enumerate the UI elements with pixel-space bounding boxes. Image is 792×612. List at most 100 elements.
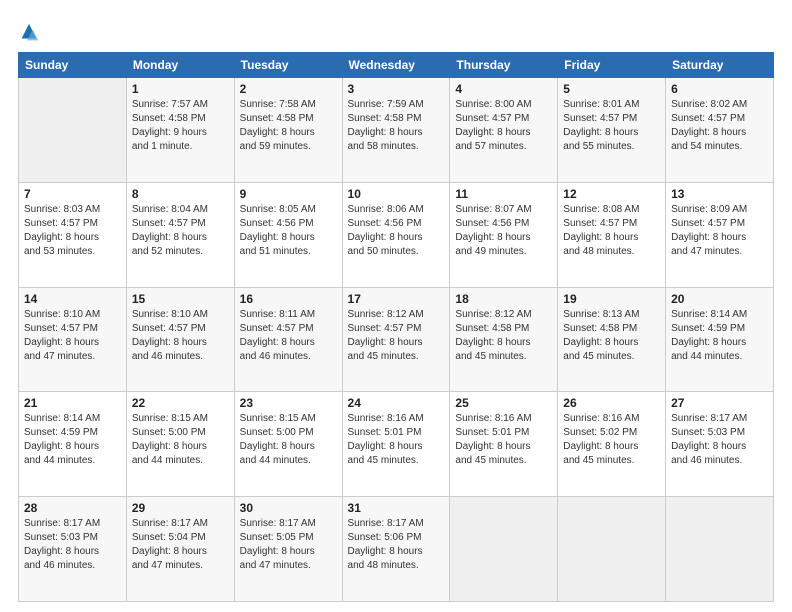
calendar-cell: 19 Sunrise: 8:13 AM Sunset: 4:58 PM Dayli… bbox=[558, 287, 666, 392]
header-day-thursday: Thursday bbox=[450, 53, 558, 78]
day-number: 7 bbox=[24, 187, 121, 201]
day-info: Sunrise: 8:17 AM Sunset: 5:03 PM Dayligh… bbox=[671, 412, 768, 468]
day-info: Sunrise: 8:08 AM Sunset: 4:57 PM Dayligh… bbox=[563, 203, 660, 259]
day-number: 9 bbox=[240, 187, 337, 201]
calendar-cell: 17 Sunrise: 8:12 AM Sunset: 4:57 PM Dayli… bbox=[342, 287, 450, 392]
calendar-week-5: 28Sunrise: 8:17 AM Sunset: 5:03 PM Dayli… bbox=[19, 497, 774, 602]
day-info: Sunrise: 8:02 AM Sunset: 4:57 PM Dayligh… bbox=[671, 98, 768, 154]
day-number: 19 bbox=[563, 292, 660, 306]
day-number: 1 bbox=[132, 82, 229, 96]
day-info: Sunrise: 8:15 AM Sunset: 5:00 PM Dayligh… bbox=[132, 412, 229, 468]
header-day-sunday: Sunday bbox=[19, 53, 127, 78]
calendar-cell: 1 Sunrise: 7:57 AM Sunset: 4:58 PM Daylig… bbox=[126, 78, 234, 183]
calendar-cell: 25 Sunrise: 8:16 AM Sunset: 5:01 PM Dayli… bbox=[450, 392, 558, 497]
day-number: 20 bbox=[671, 292, 768, 306]
calendar-header-row: SundayMondayTuesdayWednesdayThursdayFrid… bbox=[19, 53, 774, 78]
calendar-cell: 24Sunrise: 8:16 AM Sunset: 5:01 PM Dayli… bbox=[342, 392, 450, 497]
day-number: 13 bbox=[671, 187, 768, 201]
calendar-cell: 9 Sunrise: 8:05 AM Sunset: 4:56 PM Daylig… bbox=[234, 182, 342, 287]
day-number: 21 bbox=[24, 396, 121, 410]
day-number: 15 bbox=[132, 292, 229, 306]
calendar-cell: 30Sunrise: 8:17 AM Sunset: 5:05 PM Dayli… bbox=[234, 497, 342, 602]
calendar-cell: 7 Sunrise: 8:03 AM Sunset: 4:57 PM Daylig… bbox=[19, 182, 127, 287]
day-info: Sunrise: 8:17 AM Sunset: 5:04 PM Dayligh… bbox=[132, 517, 229, 573]
calendar-cell: 20 Sunrise: 8:14 AM Sunset: 4:59 PM Dayli… bbox=[666, 287, 774, 392]
day-info: Sunrise: 8:13 AM Sunset: 4:58 PM Dayligh… bbox=[563, 308, 660, 364]
calendar-cell: 22 Sunrise: 8:15 AM Sunset: 5:00 PM Dayli… bbox=[126, 392, 234, 497]
day-number: 22 bbox=[132, 396, 229, 410]
day-info: Sunrise: 8:06 AM Sunset: 4:56 PM Dayligh… bbox=[348, 203, 445, 259]
day-number: 24 bbox=[348, 396, 445, 410]
header-day-friday: Friday bbox=[558, 53, 666, 78]
day-info: Sunrise: 8:16 AM Sunset: 5:01 PM Dayligh… bbox=[455, 412, 552, 468]
calendar-cell: 16 Sunrise: 8:11 AM Sunset: 4:57 PM Dayli… bbox=[234, 287, 342, 392]
day-info: Sunrise: 8:14 AM Sunset: 4:59 PM Dayligh… bbox=[24, 412, 121, 468]
day-number: 8 bbox=[132, 187, 229, 201]
day-info: Sunrise: 8:17 AM Sunset: 5:05 PM Dayligh… bbox=[240, 517, 337, 573]
calendar-week-2: 7 Sunrise: 8:03 AM Sunset: 4:57 PM Daylig… bbox=[19, 182, 774, 287]
day-number: 29 bbox=[132, 501, 229, 515]
day-info: Sunrise: 8:16 AM Sunset: 5:02 PM Dayligh… bbox=[563, 412, 660, 468]
day-info: Sunrise: 8:11 AM Sunset: 4:57 PM Dayligh… bbox=[240, 308, 337, 364]
day-info: Sunrise: 8:00 AM Sunset: 4:57 PM Dayligh… bbox=[455, 98, 552, 154]
day-number: 23 bbox=[240, 396, 337, 410]
header-day-monday: Monday bbox=[126, 53, 234, 78]
calendar-cell: 26Sunrise: 8:16 AM Sunset: 5:02 PM Dayli… bbox=[558, 392, 666, 497]
day-number: 12 bbox=[563, 187, 660, 201]
day-number: 3 bbox=[348, 82, 445, 96]
day-info: Sunrise: 8:12 AM Sunset: 4:58 PM Dayligh… bbox=[455, 308, 552, 364]
calendar-cell: 29 Sunrise: 8:17 AM Sunset: 5:04 PM Dayli… bbox=[126, 497, 234, 602]
day-number: 4 bbox=[455, 82, 552, 96]
calendar-cell: 12 Sunrise: 8:08 AM Sunset: 4:57 PM Dayli… bbox=[558, 182, 666, 287]
day-info: Sunrise: 8:07 AM Sunset: 4:56 PM Dayligh… bbox=[455, 203, 552, 259]
calendar-cell: 21 Sunrise: 8:14 AM Sunset: 4:59 PM Dayli… bbox=[19, 392, 127, 497]
day-info: Sunrise: 8:03 AM Sunset: 4:57 PM Dayligh… bbox=[24, 203, 121, 259]
calendar-cell bbox=[666, 497, 774, 602]
day-number: 5 bbox=[563, 82, 660, 96]
day-number: 17 bbox=[348, 292, 445, 306]
day-info: Sunrise: 8:05 AM Sunset: 4:56 PM Dayligh… bbox=[240, 203, 337, 259]
day-number: 2 bbox=[240, 82, 337, 96]
page: SundayMondayTuesdayWednesdayThursdayFrid… bbox=[0, 0, 792, 612]
header-day-tuesday: Tuesday bbox=[234, 53, 342, 78]
day-number: 16 bbox=[240, 292, 337, 306]
calendar-week-1: 1 Sunrise: 7:57 AM Sunset: 4:58 PM Daylig… bbox=[19, 78, 774, 183]
header-day-saturday: Saturday bbox=[666, 53, 774, 78]
day-info: Sunrise: 7:57 AM Sunset: 4:58 PM Dayligh… bbox=[132, 98, 229, 154]
calendar-cell: 4 Sunrise: 8:00 AM Sunset: 4:57 PM Daylig… bbox=[450, 78, 558, 183]
day-number: 6 bbox=[671, 82, 768, 96]
day-info: Sunrise: 8:10 AM Sunset: 4:57 PM Dayligh… bbox=[132, 308, 229, 364]
day-number: 25 bbox=[455, 396, 552, 410]
calendar-cell: 31Sunrise: 8:17 AM Sunset: 5:06 PM Dayli… bbox=[342, 497, 450, 602]
calendar-cell: 2Sunrise: 7:58 AM Sunset: 4:58 PM Daylig… bbox=[234, 78, 342, 183]
day-number: 28 bbox=[24, 501, 121, 515]
day-info: Sunrise: 8:09 AM Sunset: 4:57 PM Dayligh… bbox=[671, 203, 768, 259]
calendar-cell: 6 Sunrise: 8:02 AM Sunset: 4:57 PM Daylig… bbox=[666, 78, 774, 183]
day-info: Sunrise: 8:01 AM Sunset: 4:57 PM Dayligh… bbox=[563, 98, 660, 154]
day-number: 10 bbox=[348, 187, 445, 201]
day-number: 14 bbox=[24, 292, 121, 306]
day-info: Sunrise: 8:10 AM Sunset: 4:57 PM Dayligh… bbox=[24, 308, 121, 364]
calendar-cell: 23 Sunrise: 8:15 AM Sunset: 5:00 PM Dayli… bbox=[234, 392, 342, 497]
calendar-cell: 14 Sunrise: 8:10 AM Sunset: 4:57 PM Dayli… bbox=[19, 287, 127, 392]
day-number: 27 bbox=[671, 396, 768, 410]
logo-icon bbox=[18, 22, 40, 44]
calendar-cell: 15 Sunrise: 8:10 AM Sunset: 4:57 PM Dayli… bbox=[126, 287, 234, 392]
calendar-cell: 27 Sunrise: 8:17 AM Sunset: 5:03 PM Dayli… bbox=[666, 392, 774, 497]
calendar-cell: 10 Sunrise: 8:06 AM Sunset: 4:56 PM Dayli… bbox=[342, 182, 450, 287]
day-info: Sunrise: 8:15 AM Sunset: 5:00 PM Dayligh… bbox=[240, 412, 337, 468]
day-info: Sunrise: 8:14 AM Sunset: 4:59 PM Dayligh… bbox=[671, 308, 768, 364]
day-info: Sunrise: 7:59 AM Sunset: 4:58 PM Dayligh… bbox=[348, 98, 445, 154]
day-number: 18 bbox=[455, 292, 552, 306]
calendar-table: SundayMondayTuesdayWednesdayThursdayFrid… bbox=[18, 52, 774, 602]
calendar-cell: 13 Sunrise: 8:09 AM Sunset: 4:57 PM Dayli… bbox=[666, 182, 774, 287]
calendar-cell: 3 Sunrise: 7:59 AM Sunset: 4:58 PM Daylig… bbox=[342, 78, 450, 183]
calendar-cell bbox=[450, 497, 558, 602]
day-number: 11 bbox=[455, 187, 552, 201]
header-day-wednesday: Wednesday bbox=[342, 53, 450, 78]
header bbox=[18, 18, 774, 44]
calendar-cell bbox=[19, 78, 127, 183]
day-info: Sunrise: 8:12 AM Sunset: 4:57 PM Dayligh… bbox=[348, 308, 445, 364]
calendar-cell: 18 Sunrise: 8:12 AM Sunset: 4:58 PM Dayli… bbox=[450, 287, 558, 392]
day-info: Sunrise: 8:17 AM Sunset: 5:06 PM Dayligh… bbox=[348, 517, 445, 573]
